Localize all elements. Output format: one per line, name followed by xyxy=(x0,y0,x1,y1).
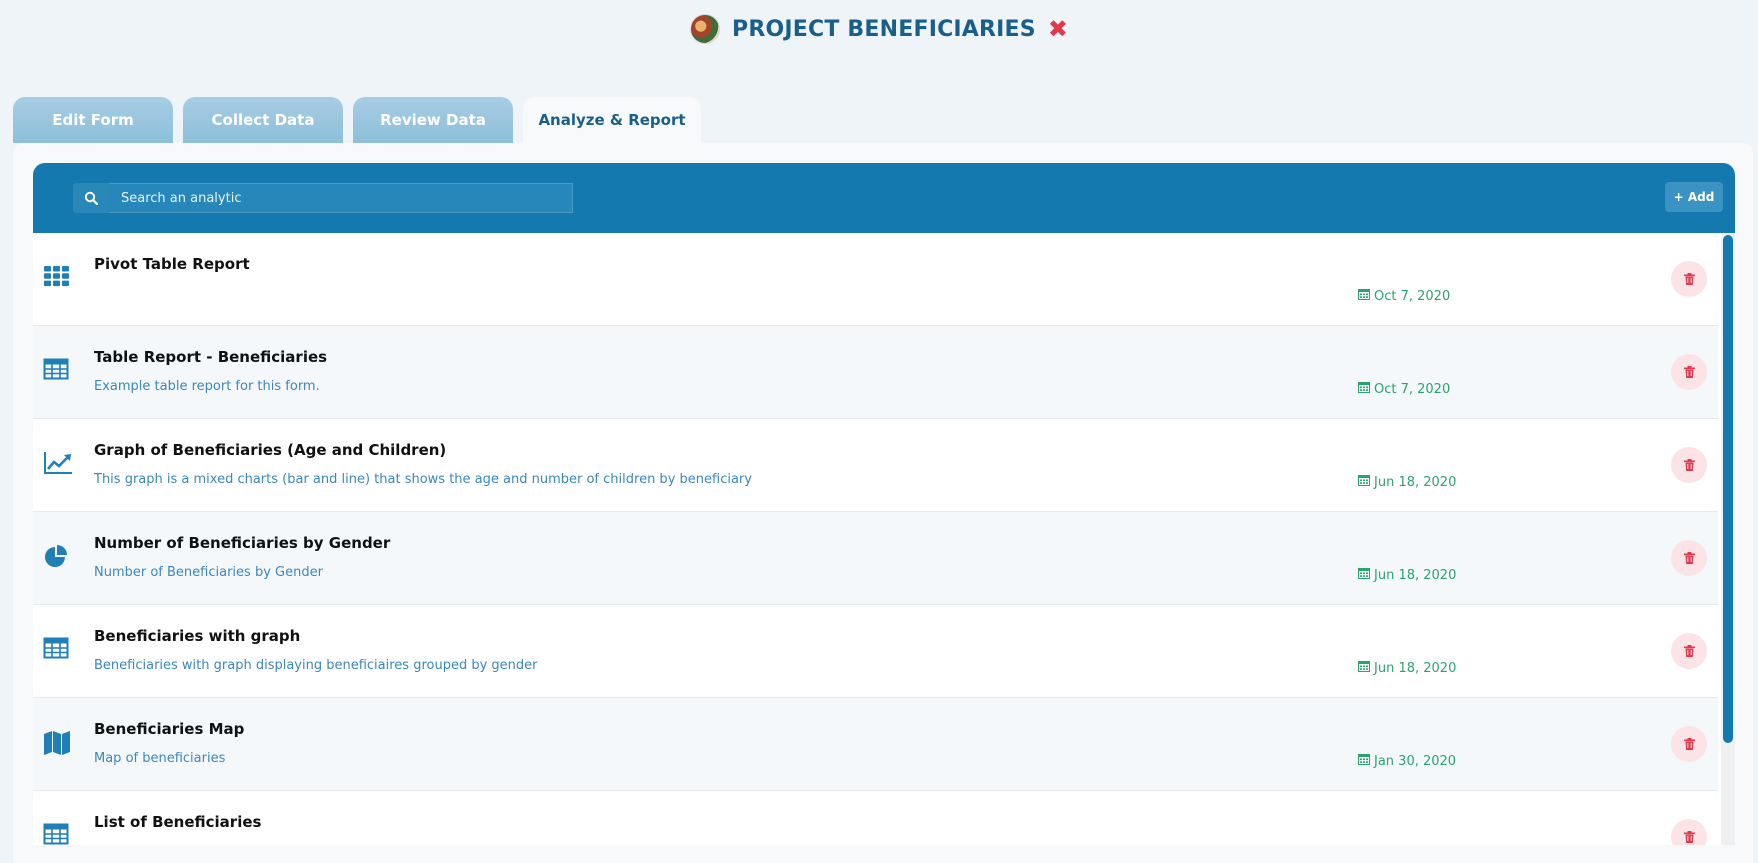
search-icon[interactable] xyxy=(73,183,109,213)
analytic-title[interactable]: Number of Beneficiaries by Gender xyxy=(94,534,390,552)
table-icon xyxy=(43,358,71,386)
list-item[interactable]: List of Beneficiaries xyxy=(33,791,1718,845)
date-text: Jun 18, 2020 xyxy=(1374,660,1457,676)
pie-chart-icon xyxy=(43,544,71,572)
tab-collect-data[interactable]: Collect Data xyxy=(183,97,343,143)
date-text: Jun 18, 2020 xyxy=(1374,474,1457,490)
toolbar: + Add xyxy=(33,163,1735,233)
calendar-icon xyxy=(1358,381,1370,397)
tab-review-data[interactable]: Review Data xyxy=(353,97,513,143)
analytic-date: Jan 30, 2020 xyxy=(1358,753,1456,769)
calendar-icon xyxy=(1358,753,1370,769)
delete-button[interactable] xyxy=(1671,261,1707,297)
delete-button[interactable] xyxy=(1671,819,1707,845)
tab-analyze-report[interactable]: Analyze & Report xyxy=(523,97,701,143)
date-text: Oct 7, 2020 xyxy=(1374,288,1451,304)
list-item[interactable]: Pivot Table Report Oct 7, 2020 xyxy=(33,233,1718,326)
date-text: Oct 7, 2020 xyxy=(1374,381,1451,397)
add-button[interactable]: + Add xyxy=(1665,182,1723,212)
page-title: PROJECT BENEFICIARIES xyxy=(732,16,1036,42)
calendar-icon xyxy=(1358,288,1370,304)
delete-button[interactable] xyxy=(1671,633,1707,669)
header: PROJECT BENEFICIARIES ✖ xyxy=(0,14,1758,44)
analytic-description: This graph is a mixed charts (bar and li… xyxy=(94,472,752,487)
tab-bar: Edit Form Collect Data Review Data Analy… xyxy=(13,97,701,143)
trash-icon xyxy=(1683,456,1695,475)
search-input[interactable] xyxy=(109,183,573,213)
trash-icon xyxy=(1683,549,1695,568)
trash-icon xyxy=(1683,270,1695,289)
project-avatar xyxy=(690,14,721,44)
analytic-date: Oct 7, 2020 xyxy=(1358,381,1450,397)
line-chart-icon xyxy=(43,451,72,479)
trash-icon xyxy=(1683,642,1695,661)
delete-button[interactable] xyxy=(1671,354,1707,390)
pivot-grid-icon xyxy=(43,265,71,293)
list-item[interactable]: Table Report - Beneficiaries Example tabl… xyxy=(33,326,1718,419)
analytic-description: Beneficiaries with graph displaying bene… xyxy=(94,658,538,673)
analytics-list: Pivot Table Report Oct 7, 2020 Table Repor… xyxy=(33,233,1718,845)
analytic-description: Map of beneficiaries xyxy=(94,751,226,766)
analytic-description: Number of Beneficiaries by Gender xyxy=(94,565,323,580)
list-item[interactable]: Beneficiaries Map Map of beneficiaries Jan… xyxy=(33,698,1718,791)
delete-button[interactable] xyxy=(1671,540,1707,576)
analytic-date: Jun 18, 2020 xyxy=(1358,567,1456,583)
calendar-icon xyxy=(1358,567,1370,583)
analytic-date: Jun 18, 2020 xyxy=(1358,660,1456,676)
analytic-title[interactable]: List of Beneficiaries xyxy=(94,813,261,831)
list-item[interactable]: Graph of Beneficiaries (Age and Children… xyxy=(33,419,1718,512)
close-x-icon[interactable]: ✖ xyxy=(1048,17,1068,41)
tab-edit-form[interactable]: Edit Form xyxy=(13,97,173,143)
analytic-description: Example table report for this form. xyxy=(94,379,320,394)
main-panel: + Add Pivot Table ReportOct 7, 2020Table… xyxy=(13,143,1753,863)
trash-icon xyxy=(1683,363,1695,382)
analytic-title[interactable]: Beneficiaries with graph xyxy=(94,627,300,645)
analytic-date: Jun 18, 2020 xyxy=(1358,474,1456,490)
trash-icon xyxy=(1683,735,1695,754)
delete-button[interactable] xyxy=(1671,447,1707,483)
trash-icon xyxy=(1683,828,1695,846)
scroll-thumb[interactable] xyxy=(1723,235,1733,743)
date-text: Jun 18, 2020 xyxy=(1374,567,1457,583)
date-text: Jan 30, 2020 xyxy=(1374,753,1457,769)
table-icon xyxy=(43,637,71,665)
map-icon xyxy=(43,730,71,758)
analytic-title[interactable]: Graph of Beneficiaries (Age and Children… xyxy=(94,441,446,459)
delete-button[interactable] xyxy=(1671,726,1707,762)
analytics-panel: + Add Pivot Table ReportOct 7, 2020Table… xyxy=(33,163,1735,845)
analytic-title[interactable]: Beneficiaries Map xyxy=(94,720,244,738)
list-item[interactable]: Beneficiaries with graph Beneficiaries wi… xyxy=(33,605,1718,698)
analytic-title[interactable]: Table Report - Beneficiaries xyxy=(94,348,327,366)
list-item[interactable]: Number of Beneficiaries by Gender Number … xyxy=(33,512,1718,605)
analytic-date: Oct 7, 2020 xyxy=(1358,288,1450,304)
scrollbar[interactable] xyxy=(1721,233,1735,845)
table-icon xyxy=(43,823,71,845)
calendar-icon xyxy=(1358,474,1370,490)
search-box xyxy=(73,183,573,213)
calendar-icon xyxy=(1358,660,1370,676)
analytic-title[interactable]: Pivot Table Report xyxy=(94,255,250,273)
